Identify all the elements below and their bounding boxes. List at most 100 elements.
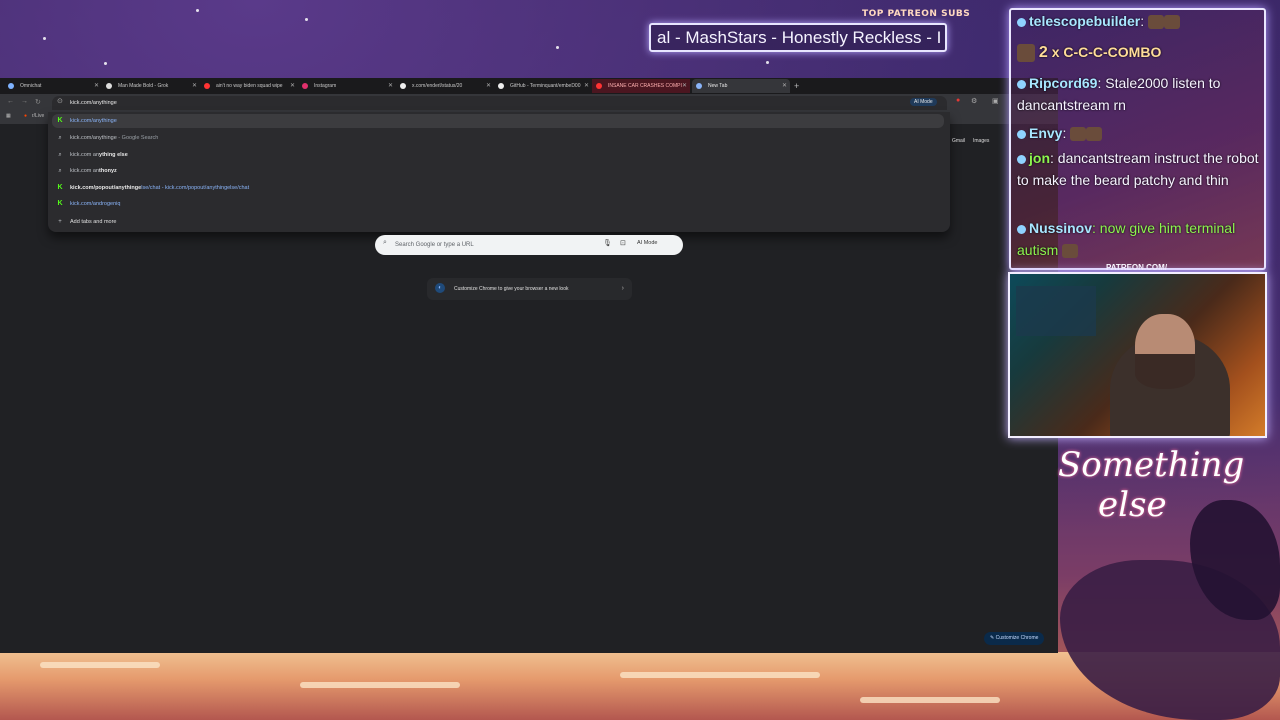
record-icon[interactable]: ● — [956, 97, 960, 104]
close-icon[interactable]: ✕ — [192, 79, 197, 93]
chat-text: : dancantstream instruct the robot to ma… — [1017, 150, 1259, 188]
star — [556, 46, 559, 49]
emote-icon — [1070, 127, 1087, 142]
kick-badge-icon — [1017, 129, 1026, 139]
omnibox-suggestions: K kick.com/anythinge ⌕ kick.com/anything… — [48, 112, 950, 232]
webcam-background — [1016, 286, 1096, 336]
microphone-icon[interactable]: 🎙 — [603, 239, 612, 247]
new-tab-button[interactable]: + — [794, 78, 799, 94]
close-icon[interactable]: ✕ — [486, 79, 491, 93]
search-input[interactable]: Search Google or type a URL — [395, 235, 474, 255]
customize-chrome-card[interactable]: ◐ Customize Chrome to give your browser … — [427, 278, 632, 300]
close-icon[interactable]: ✕ — [682, 79, 687, 93]
tab-new-tab[interactable]: New Tab ✕ — [692, 79, 790, 93]
tab-youtube[interactable]: ain't no way biden squad wipe ✕ — [200, 79, 298, 93]
something-else-logo: Something else — [1058, 445, 1268, 545]
reddit-icon: ● — [24, 113, 28, 119]
tab-strip: Omnichat ✕ Man Made Bold - Grok ✕ ain't no… — [0, 78, 1058, 94]
customize-button-label: Customize Chrome — [995, 635, 1039, 641]
patreon-ticker: al - MashStars - Honestly Reckless - I — [649, 23, 947, 52]
chat-username: Nussinov — [1029, 220, 1093, 236]
star — [43, 37, 46, 40]
reload-icon[interactable]: ↻ — [35, 98, 41, 106]
customize-chrome-button[interactable]: ✎ Customize Chrome — [984, 632, 1045, 645]
tab-omnichat[interactable]: Omnichat ✕ — [4, 79, 102, 93]
suggestion-item[interactable]: K kick.com/anythinge — [52, 114, 944, 128]
tab-label: Omnichat — [20, 83, 42, 89]
tab-label: GitHub - Terminquant/embeD00 — [510, 83, 581, 89]
suggestion-item[interactable]: K kick.com/androgeniq — [52, 197, 944, 211]
suggestion-completion: ything else — [99, 152, 128, 158]
gmail-link[interactable]: Gmail — [952, 138, 965, 144]
tab-label: New Tab — [708, 83, 728, 89]
tab-grok[interactable]: Man Made Bold - Grok ✕ — [102, 79, 200, 93]
chat-combo: 2 x C-C-C-COMBO — [1017, 41, 1264, 64]
chevron-right-icon: › — [621, 285, 624, 292]
chat-username: Envy — [1029, 125, 1063, 141]
lens-icon[interactable]: ⊡ — [620, 239, 626, 247]
search-icon: ⌕ — [58, 168, 62, 174]
site-info-icon[interactable]: ⊙ — [57, 97, 63, 105]
suggestion-text: kick.com an — [70, 168, 100, 174]
tab-label: INSANE CAR CRASHES COMPI — [608, 83, 682, 89]
search-icon: ⌕ — [58, 152, 62, 158]
chat-message: Envy: — [1017, 122, 1264, 144]
search-icon: ⌕ — [383, 239, 387, 246]
images-link[interactable]: Images — [973, 138, 989, 144]
close-icon[interactable]: ✕ — [388, 79, 393, 93]
extensions-icon[interactable]: ⚙ — [971, 97, 977, 105]
omnibox[interactable]: ⊙ kick.com/anythinge — [52, 96, 947, 110]
forward-icon[interactable]: → — [21, 98, 28, 105]
close-icon[interactable]: ✕ — [94, 79, 99, 93]
palette-icon: ◐ — [435, 283, 445, 293]
back-icon[interactable]: ← — [7, 98, 14, 105]
tab-instagram[interactable]: Instagram ✕ — [298, 79, 396, 93]
add-tabs-item[interactable]: + Add tabs and more — [52, 215, 944, 229]
bookmark-rlive[interactable]: r/Live — [32, 113, 44, 119]
suggestion-text: kick.com an — [70, 152, 100, 158]
tab-favicon-icon — [400, 83, 406, 89]
kick-badge-icon — [1017, 79, 1026, 89]
omnibox-input[interactable]: kick.com/anythinge — [70, 96, 117, 110]
tab-label: x.com/enderl/status/20 — [412, 83, 463, 89]
split-view-icon[interactable]: ▣ — [992, 97, 999, 105]
tab-github[interactable]: GitHub - Terminquant/embeD00 ✕ — [494, 79, 592, 93]
webcam-feed — [1008, 272, 1267, 438]
close-icon[interactable]: ✕ — [782, 79, 787, 93]
logo-line-2: else — [1098, 485, 1167, 525]
tab-favicon-icon — [596, 83, 602, 89]
suggestion-item[interactable]: ⌕ kick.com anything else — [52, 148, 944, 162]
kick-icon: K — [57, 200, 63, 207]
plus-icon: + — [58, 219, 62, 225]
tab-favicon-icon — [696, 83, 702, 89]
ai-mode-button[interactable]: AI Mode — [910, 98, 937, 106]
suggestion-text: kick.com/popout/ — [70, 185, 116, 191]
kick-badge-icon — [1017, 154, 1026, 164]
suggestion-item[interactable]: K kick.com/popout/anythingelse/chat - ki… — [52, 181, 944, 195]
suggestion-text: kick.com/anythinge — [70, 135, 117, 141]
combo-text: x C-C-C-COMBO — [1051, 44, 1162, 60]
chat-message: telescopebuilder: — [1017, 10, 1264, 32]
suggestion-secondary: lse/chat - kick.com/popout/anythingelse/… — [141, 185, 250, 191]
star — [305, 18, 308, 21]
close-icon[interactable]: ✕ — [290, 79, 295, 93]
close-icon[interactable]: ✕ — [584, 79, 589, 93]
tab-favicon-icon — [204, 83, 210, 89]
apps-grid-icon[interactable]: ▦ — [6, 113, 11, 119]
emote-icon — [1017, 44, 1035, 63]
suggestion-item[interactable]: ⌕ kick.com/anythinge - Google Search — [52, 131, 944, 145]
tab-label: Instagram — [314, 83, 337, 89]
google-search-box[interactable]: ⌕ Search Google or type a URL 🎙 ⊡ AI Mod… — [375, 235, 683, 255]
tab-x[interactable]: x.com/enderl/status/20 ✕ — [396, 79, 494, 93]
suggestion-text: kick.com/anythinge — [70, 118, 117, 124]
chat-username: jon — [1029, 150, 1050, 166]
tab-car-crashes[interactable]: INSANE CAR CRASHES COMPI ✕ — [592, 79, 690, 93]
suggestion-item[interactable]: ⌕ kick.com anthonyz — [52, 164, 944, 178]
kick-icon: K — [57, 117, 63, 124]
star — [196, 9, 199, 12]
tab-favicon-icon — [302, 83, 308, 89]
combo-count: 2 — [1038, 44, 1048, 61]
ai-mode-search-button[interactable]: AI Mode — [637, 240, 657, 246]
kick-badge-icon — [1017, 224, 1026, 234]
emote-icon — [1148, 15, 1165, 30]
